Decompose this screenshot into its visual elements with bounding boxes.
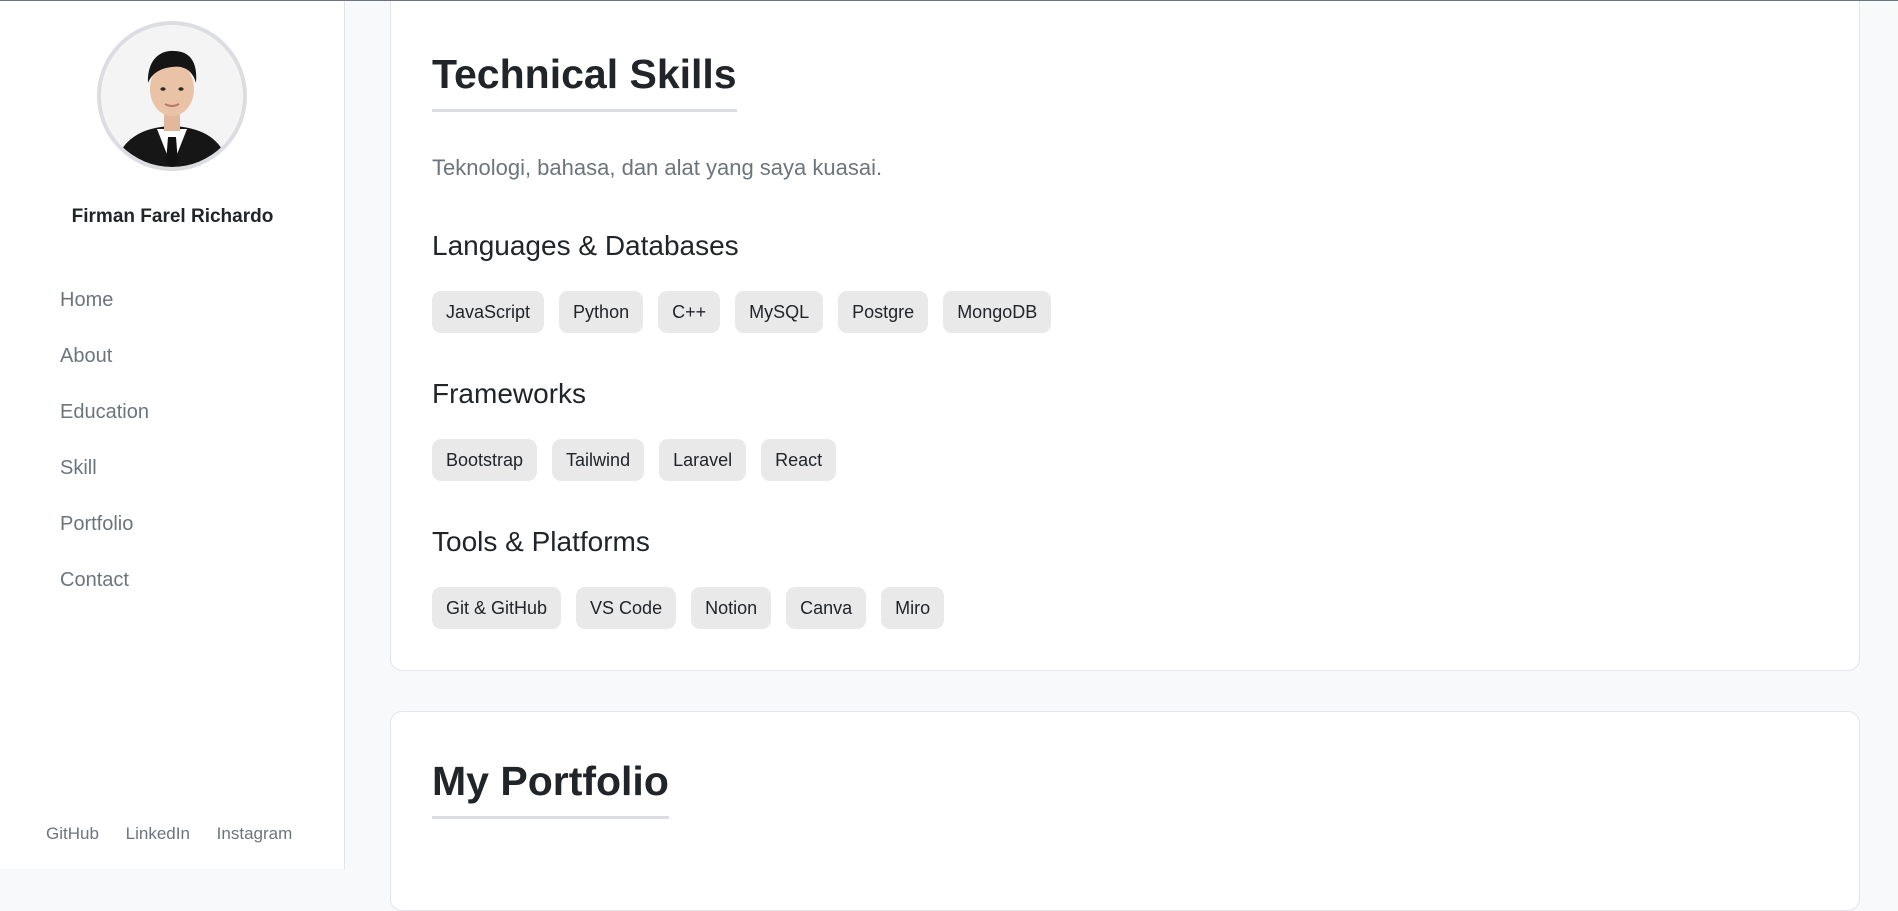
skill-chip: JavaScript — [432, 291, 545, 333]
nav-item-education[interactable]: Education — [60, 396, 149, 452]
skill-chip: MySQL — [735, 291, 824, 333]
skill-chip: Python — [559, 291, 644, 333]
profile-avatar — [97, 21, 247, 171]
skill-chip: C++ — [658, 291, 721, 333]
nav-item-about[interactable]: About — [60, 340, 149, 396]
sidebar-nav: Home About Education Skill Portfolio Con… — [60, 284, 149, 620]
chip-list-tools: Git & GitHub VS Code Notion Canva Miro — [432, 587, 945, 629]
skill-chip: React — [761, 439, 837, 481]
skill-chip: Canva — [786, 587, 867, 629]
profile-photo-icon — [101, 25, 243, 167]
skills-subtitle: Teknologi, bahasa, dan alat yang saya ku… — [432, 155, 883, 180]
group-title-languages: Languages & Databases — [432, 230, 739, 261]
group-title-tools: Tools & Platforms — [432, 526, 650, 557]
skill-chip: Miro — [881, 587, 945, 629]
portfolio-title: My Portfolio — [432, 758, 669, 820]
group-title-frameworks: Frameworks — [432, 378, 587, 409]
nav-item-home[interactable]: Home — [60, 284, 149, 340]
profile-name: Firman Farel Richardo — [71, 206, 274, 227]
skill-chip: MongoDB — [943, 291, 1052, 333]
skill-chip: VS Code — [576, 587, 677, 629]
skill-chip: Notion — [691, 587, 772, 629]
nav-item-portfolio[interactable]: Portfolio — [60, 508, 149, 564]
skills-card: Technical Skills Teknologi, bahasa, dan … — [390, 0, 1860, 671]
nav-item-skill[interactable]: Skill — [60, 452, 149, 508]
social-link-linkedin[interactable]: LinkedIn — [126, 824, 190, 843]
chip-list-frameworks: Bootstrap Tailwind Laravel React — [432, 439, 837, 481]
skill-chip: Tailwind — [552, 439, 645, 481]
skill-chip: Postgre — [838, 291, 929, 333]
top-border — [0, 0, 1898, 1]
skill-chip: Bootstrap — [432, 439, 538, 481]
skill-chip: Git & GitHub — [432, 587, 562, 629]
skills-title: Technical Skills — [432, 51, 737, 113]
skill-chip: Laravel — [659, 439, 747, 481]
social-link-instagram[interactable]: Instagram — [217, 824, 293, 843]
social-link-github[interactable]: GitHub — [46, 824, 99, 843]
chip-list-languages: JavaScript Python C++ MySQL Postgre Mong… — [432, 291, 1052, 333]
nav-item-contact[interactable]: Contact — [60, 564, 149, 620]
portfolio-card: My Portfolio — [390, 711, 1860, 911]
sidebar: Firman Farel Richardo Home About Educati… — [0, 0, 345, 869]
social-links: GitHub LinkedIn Instagram — [46, 824, 314, 844]
